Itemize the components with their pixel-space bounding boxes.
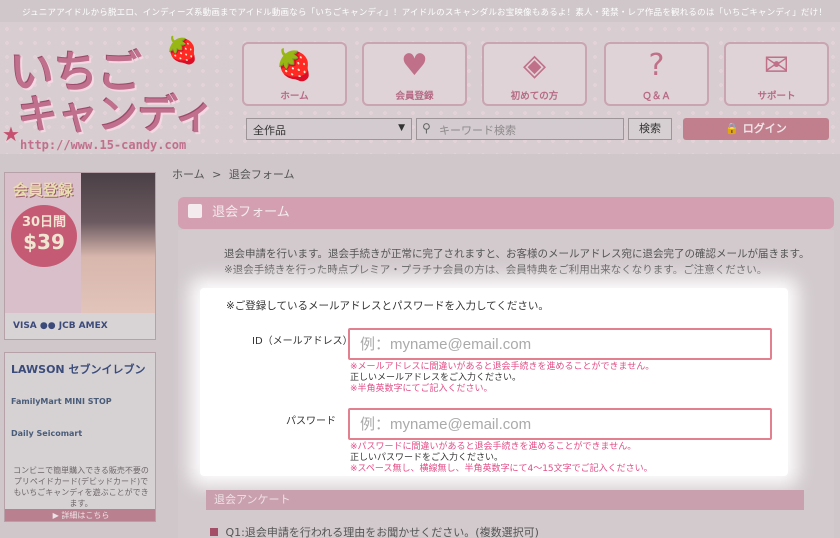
logo-url: http://www.15-candy.com — [20, 138, 187, 152]
email-help: ※メールアドレスに間違いがあると退会手続きを進めることができません。 正しいメー… — [350, 362, 655, 394]
details-link[interactable]: ▶ 詳細はこちら — [5, 509, 155, 521]
mail-icon: ✉ — [763, 48, 790, 83]
search-button[interactable]: 検索 — [628, 118, 672, 140]
convenience-store-banner[interactable]: LAWSON セブンイレブン FamilyMart MINI STOP Dail… — [4, 352, 156, 522]
site-header: ★ いちご 🍓 キャンディ http://www.15-candy.com 🍓 … — [0, 22, 840, 154]
strawberry-icon: 🍓 — [166, 36, 199, 66]
search-bar: 全作品 ▼ ⚲ キーワード検索 検索 🔒 ログイン — [246, 118, 832, 142]
price-badge: 30日間 $39 — [11, 205, 77, 267]
form-note: ※ご登録しているメールアドレスとパスワードを入力してください。 — [226, 300, 549, 312]
email-field[interactable] — [348, 328, 772, 360]
password-label: パスワード — [286, 416, 336, 427]
strawberry-icon: 🍓 — [275, 48, 314, 83]
main-nav: 🍓 ホーム ♥ 会員登録 ◈ 初めての方 ? Ｑ＆Ａ ✉ サポート — [242, 42, 832, 106]
password-field[interactable] — [348, 408, 772, 440]
question-bubble-icon: ? — [648, 48, 665, 83]
site-tagline: ジュニアアイドルから脱エロ、インディーズ系動画までアイドル動画なら「いちごキャン… — [22, 8, 828, 18]
chevron-down-icon: ▼ — [398, 123, 405, 133]
nav-qa[interactable]: ? Ｑ＆Ａ — [604, 42, 709, 106]
breadcrumb-current: 退会フォーム — [228, 168, 295, 181]
lock-icon: 🔒 — [725, 122, 739, 135]
card-logos: VISA ●● JCB AMEX — [5, 313, 155, 339]
page-title: 退会フォーム — [178, 197, 834, 229]
question-marker-icon — [210, 528, 218, 536]
logo-text-line2: キャンディ — [18, 92, 216, 138]
banner-photo — [81, 173, 155, 313]
breadcrumb-home[interactable]: ホーム — [172, 168, 205, 181]
register-banner[interactable]: 会員登録 30日間 $39 VISA ●● JCB AMEX — [4, 172, 156, 340]
nav-beginners[interactable]: ◈ 初めての方 — [482, 42, 587, 106]
beginner-mark-icon: ◈ — [522, 48, 547, 83]
login-button[interactable]: 🔒 ログイン — [683, 118, 829, 140]
nav-register[interactable]: ♥ 会員登録 — [362, 42, 467, 106]
survey-header: 退会アンケート — [206, 490, 804, 510]
page-icon — [188, 204, 202, 218]
withdrawal-form: ※ご登録しているメールアドレスとパスワードを入力してください。 ID（メールアド… — [200, 288, 788, 476]
nav-home[interactable]: 🍓 ホーム — [242, 42, 347, 106]
breadcrumb: ホーム > 退会フォーム — [172, 166, 299, 182]
id-label: ID（メールアドレス） — [252, 336, 353, 347]
site-logo[interactable]: ★ いちご 🍓 キャンディ http://www.15-candy.com — [2, 26, 234, 154]
search-icon: ⚲ — [422, 121, 431, 135]
password-help: ※パスワードに間違いがあると退会手続きを進めることができません。 正しいパスワー… — [350, 442, 653, 474]
category-select[interactable]: 全作品 ▼ — [246, 118, 412, 140]
heart-plus-icon: ♥ — [401, 48, 428, 83]
intro-text: 退会申請を行います。退会手続きが正常に完了されますと、お客様のメールアドレス宛に… — [224, 248, 810, 276]
breadcrumb-separator: > — [212, 168, 222, 181]
nav-support[interactable]: ✉ サポート — [724, 42, 829, 106]
search-input[interactable]: ⚲ キーワード検索 — [416, 118, 624, 140]
survey-question-1: Q1:退会申請を行われる理由をお聞かせください。(複数選択可) — [210, 524, 539, 538]
